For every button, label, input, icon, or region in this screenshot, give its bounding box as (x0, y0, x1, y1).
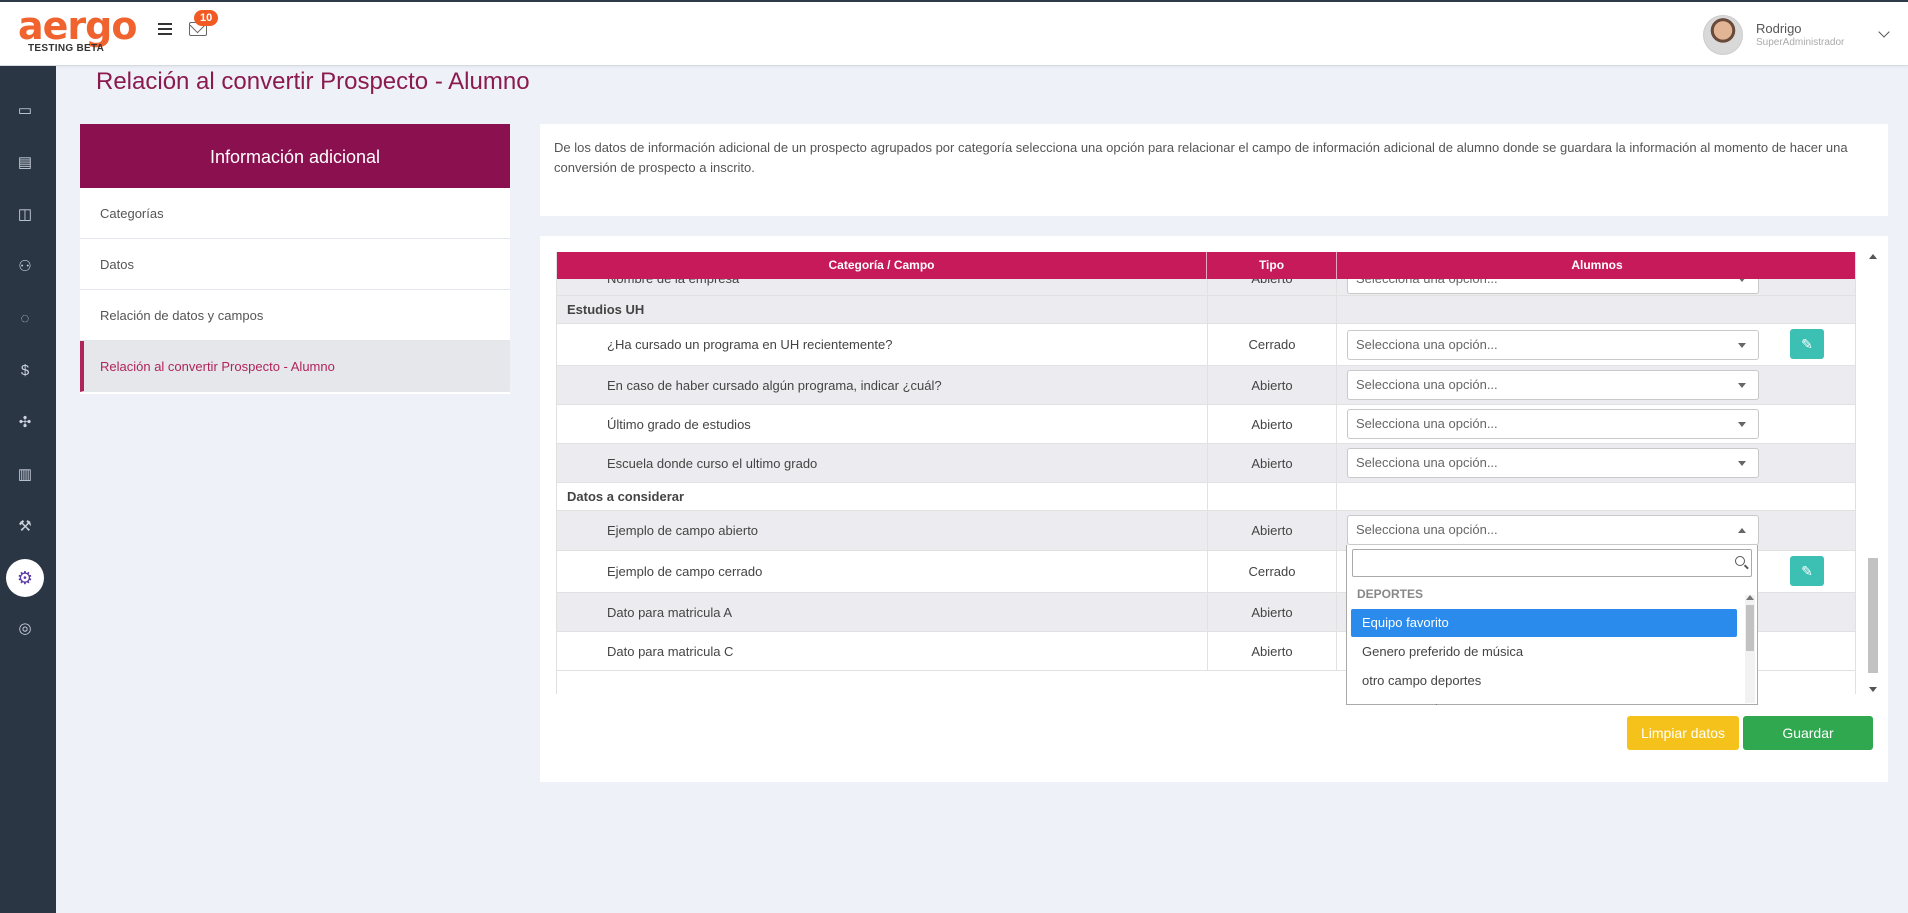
sidebar-card: Información adicional Categorías Datos R… (80, 124, 510, 394)
dropdown-scrollbar[interactable] (1745, 595, 1755, 703)
logo-subtitle: TESTING BETA (28, 43, 105, 54)
page-title: Relación al convertir Prospecto - Alumno (96, 68, 530, 95)
description-card: De los datos de información adicional de… (540, 124, 1888, 216)
user-name[interactable]: Rodrigo (1756, 21, 1802, 36)
edit-button[interactable]: ✎ (1790, 556, 1824, 586)
left-nav: ▭ ▤ ◫ ⚇ ◌ $ ✣ ▥ ⚒ ⚙ ◎ (0, 66, 56, 913)
sidebar-item-categorias[interactable]: Categorías (80, 188, 510, 239)
scrollbar-thumb (1868, 558, 1878, 673)
scroll-down-icon (1869, 687, 1877, 692)
settings-icon[interactable]: ⚙ (6, 559, 44, 597)
users-icon[interactable]: ⚇ (14, 256, 36, 278)
table-header: Categoría / Campo Tipo Alumnos (557, 252, 1855, 279)
avatar[interactable] (1703, 15, 1743, 55)
sidebar-item-datos[interactable]: Datos (80, 239, 510, 290)
field-name: En caso de haber cursado algún programa,… (607, 377, 942, 393)
sidebar-title: Información adicional (80, 124, 510, 188)
alumno-select[interactable]: Selecciona una opción... (1347, 370, 1759, 400)
category-row: Datos a considerar (557, 483, 1855, 511)
field-type: Abierto (1207, 593, 1337, 631)
table-row: ¿Ha cursado un programa en UH recienteme… (557, 324, 1855, 366)
dropdown-option[interactable]: otro campo deportes (1351, 667, 1737, 695)
pencil-icon: ✎ (1801, 336, 1813, 352)
field-type: Abierto (1207, 511, 1337, 550)
field-type: Cerrado (1207, 551, 1337, 592)
sidebar-item-relacion-convertir[interactable]: Relación al convertir Prospecto - Alumno (80, 341, 510, 392)
header-alumnos: Alumnos (1571, 258, 1623, 272)
notification-badge: 10 (194, 10, 219, 26)
header-tipo: Tipo (1207, 252, 1337, 279)
field-type: Abierto (1207, 366, 1337, 404)
table-row: En caso de haber cursado algún programa,… (557, 366, 1855, 405)
field-name: Ejemplo de campo abierto (607, 523, 759, 538)
table-row: Último grado de estudios Abierto Selecci… (557, 405, 1855, 444)
field-name: ¿Ha cursado un programa en UH recienteme… (607, 337, 893, 352)
table-row: Escuela donde curso el ultimo grado Abie… (557, 444, 1855, 483)
dropdown-option[interactable]: Equipo favorito (1351, 609, 1737, 637)
dropdown-search-input[interactable] (1352, 549, 1752, 577)
field-type: Cerrado (1207, 324, 1337, 365)
field-name: Último grado de estudios (607, 416, 751, 432)
field-type: Abierto (1207, 444, 1337, 482)
field-type: Abierto (1207, 632, 1337, 670)
user-role: SuperAdministrador (1756, 37, 1845, 48)
sidebar-item-relacion-datos-campos[interactable]: Relación de datos y campos (80, 290, 510, 341)
category-name: Datos a considerar (567, 489, 685, 504)
description-text: De los datos de información adicional de… (554, 140, 1848, 175)
category-name: Estudios UH (567, 302, 645, 317)
table-scrollbar[interactable] (1866, 252, 1880, 694)
book-icon[interactable]: ▤ (14, 152, 36, 174)
category-row: Estudios UH (557, 296, 1855, 324)
header-categoria-campo: Categoría / Campo (557, 252, 1207, 279)
logo[interactable]: aergo TESTING BETA (18, 4, 137, 60)
option-group-label: DEPORTES (1357, 587, 1424, 601)
dropdown-option[interactable]: otro campo deportes 2 (1351, 696, 1737, 705)
wrench-icon[interactable]: ⚒ (14, 516, 36, 538)
alumno-select[interactable]: Selecciona una opción... (1347, 448, 1759, 478)
alumno-select[interactable]: Selecciona una opción... (1347, 330, 1759, 360)
field-name: Ejemplo de campo cerrado (607, 564, 763, 579)
edit-button[interactable]: ✎ (1790, 329, 1824, 359)
dollar-icon[interactable]: $ (14, 360, 36, 382)
select-dropdown: DEPORTES Equipo favorito Genero preferid… (1346, 545, 1758, 705)
top-bar: aergo TESTING BETA 10 Rodrigo SuperAdmin… (0, 0, 1908, 66)
search-icon (1735, 556, 1745, 566)
menu-toggle-icon[interactable] (158, 23, 172, 37)
chat-icon[interactable]: ◌ (14, 308, 36, 330)
field-name: Dato para matricula C (607, 643, 734, 659)
field-name: Escuela donde curso el ultimo grado (607, 455, 818, 471)
clear-button[interactable]: Limpiar datos (1627, 716, 1739, 750)
logo-word: aergo (18, 4, 137, 48)
save-button[interactable]: Guardar (1743, 716, 1873, 750)
field-name: Dato para matricula A (607, 604, 733, 620)
field-type: Abierto (1207, 405, 1337, 443)
monitor-icon[interactable]: ▭ (14, 100, 36, 122)
alumno-select[interactable]: Selecciona una opción... (1347, 409, 1759, 439)
pencil-icon: ✎ (1801, 563, 1813, 579)
open-book-icon[interactable]: ◫ (14, 204, 36, 226)
alumno-select-open[interactable]: Selecciona una opción... (1347, 515, 1759, 545)
scroll-up-icon (1869, 254, 1877, 259)
puzzle-icon[interactable]: ✣ (14, 412, 36, 434)
chart-icon[interactable]: ▥ (14, 464, 36, 486)
dropdown-option[interactable]: Genero preferido de música (1351, 638, 1737, 666)
globe-icon[interactable]: ◎ (14, 618, 36, 640)
chevron-down-icon[interactable] (1878, 26, 1890, 38)
